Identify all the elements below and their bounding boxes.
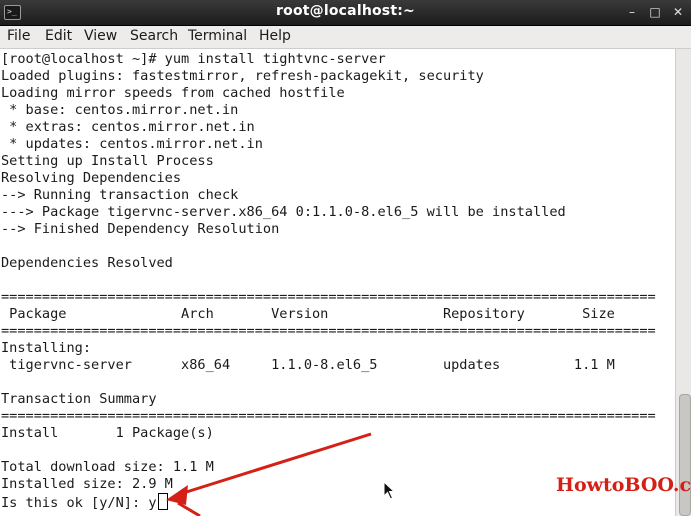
mouse-pointer-icon [383, 481, 396, 500]
annotation-arrow-line [177, 501, 201, 516]
annotation-arrows [166, 432, 372, 516]
watermark-logo: HowtoBOO.com [556, 474, 691, 496]
annotation-arrowhead [166, 485, 188, 505]
annotation-arrow-line [179, 432, 372, 496]
